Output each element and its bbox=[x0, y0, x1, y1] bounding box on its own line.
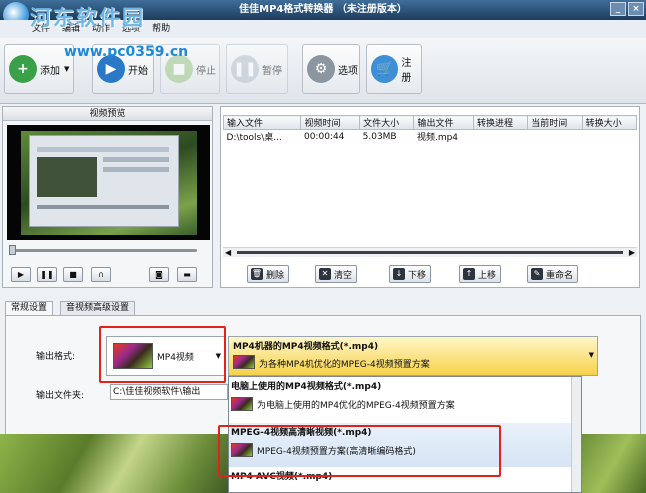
preview-pause-button[interactable]: ❚❚ bbox=[37, 267, 57, 282]
move-up-label: 上移 bbox=[478, 270, 497, 281]
list-item[interactable]: 电脑上使用的MP4视频格式(*.mp4) 为电脑上使用的MP4优化的MPEG-4… bbox=[229, 377, 581, 417]
horizontal-scrollbar[interactable]: ◀ ▶ bbox=[223, 247, 637, 257]
pause-icon: ❚❚ bbox=[40, 270, 54, 279]
cell-input-file: D:\tools\桌... bbox=[226, 133, 282, 143]
play-icon: ▶ bbox=[17, 270, 25, 279]
preview-play-button[interactable]: ▶ bbox=[11, 267, 31, 282]
open-folder-button[interactable]: ▬ bbox=[177, 267, 197, 282]
rename-icon: ✎ bbox=[531, 268, 543, 280]
column-header[interactable]: 转换进程 bbox=[472, 115, 529, 130]
output-format-label: 输出格式: bbox=[36, 352, 76, 362]
highlight-hd-item bbox=[218, 425, 501, 477]
cart-icon: 🛒 bbox=[371, 55, 399, 83]
options-label: 选项 bbox=[338, 65, 358, 77]
close-button[interactable]: × bbox=[628, 2, 644, 16]
preview-stop-button[interactable]: ■ bbox=[63, 267, 83, 282]
output-profile-select[interactable]: MP4机器的MP4视频格式(*.mp4) 为各种MP4机优化的MPEG-4视频预… bbox=[228, 336, 598, 376]
clear-button[interactable]: ✕ 清空 bbox=[315, 265, 358, 283]
highlight-format-select bbox=[99, 326, 226, 383]
cell-file-size: 5.03MB bbox=[362, 131, 397, 142]
snapshot-button[interactable]: ◙ bbox=[149, 267, 169, 282]
table-row[interactable]: D:\tools\桌... 00:00:44 5.03MB 视频.mp4 bbox=[224, 130, 637, 144]
register-button[interactable]: 🛒 注册 bbox=[366, 44, 422, 94]
seek-slider[interactable] bbox=[9, 245, 197, 255]
cell-duration: 00:00:44 bbox=[303, 131, 345, 142]
pause-label: 暂停 bbox=[262, 65, 282, 77]
chevron-down-icon[interactable]: ▼ bbox=[589, 351, 594, 359]
column-header[interactable]: 转换大小 bbox=[581, 115, 638, 130]
column-header[interactable]: 输出文件 bbox=[413, 115, 474, 130]
stop-label: 停止 bbox=[196, 65, 216, 77]
preview-title: 视频预览 bbox=[3, 107, 212, 121]
output-folder-input[interactable]: C:\佳佳视频软件\输出 bbox=[110, 384, 228, 400]
pause-icon: ❚❚ bbox=[231, 55, 259, 83]
watermark-site-name: 河东软件园 bbox=[30, 6, 145, 30]
scroll-left-icon[interactable]: ◀ bbox=[225, 248, 231, 257]
column-header[interactable]: 视频时间 bbox=[300, 115, 361, 130]
output-folder-label: 输出文件夹: bbox=[36, 391, 85, 401]
cell-progress bbox=[473, 130, 527, 144]
profile-thumbnail-icon bbox=[231, 397, 253, 411]
cell-current-time bbox=[528, 130, 582, 144]
folder-icon: ▬ bbox=[183, 270, 191, 279]
column-header[interactable]: 文件大小 bbox=[359, 115, 415, 130]
preview-loop-button[interactable]: ∩ bbox=[91, 267, 111, 282]
seek-handle[interactable] bbox=[9, 245, 16, 255]
move-down-button[interactable]: ↓ 下移 bbox=[389, 265, 432, 283]
plus-icon: + bbox=[9, 55, 37, 83]
cell-convert-size bbox=[582, 130, 636, 144]
desktop-background bbox=[0, 434, 228, 493]
arrow-down-icon: ↓ bbox=[393, 268, 405, 280]
gear-icon: ⚙ bbox=[307, 55, 335, 83]
scroll-right-icon[interactable]: ▶ bbox=[629, 248, 635, 257]
tab-general-settings[interactable]: 常规设置 bbox=[5, 301, 54, 316]
file-list-panel: 输入文件 视频时间 文件大小 输出文件 转换进程 当前时间 转换大小 D:\to… bbox=[220, 106, 640, 288]
x-icon: ✕ bbox=[319, 268, 331, 280]
pause-button[interactable]: ❚❚ 暂停 bbox=[226, 44, 288, 94]
rename-label: 重命名 bbox=[546, 270, 574, 281]
watermark-site-url: www.pc0359.cn bbox=[64, 44, 189, 60]
trash-icon: 🗑 bbox=[251, 268, 263, 280]
delete-label: 删除 bbox=[266, 270, 285, 281]
add-label: 添加 bbox=[40, 65, 60, 77]
column-header[interactable]: 当前时间 bbox=[527, 115, 583, 130]
profile-description: 为各种MP4机优化的MPEG-4视频预置方案 bbox=[259, 360, 430, 370]
options-button[interactable]: ⚙ 选项 bbox=[302, 44, 360, 94]
dropdown-scrollbar[interactable] bbox=[571, 377, 581, 492]
stop-icon: ■ bbox=[69, 270, 77, 279]
rename-button[interactable]: ✎ 重命名 bbox=[527, 265, 579, 283]
profile-thumbnail-icon bbox=[233, 355, 255, 369]
tab-av-advanced-settings[interactable]: 音视频高级设置 bbox=[60, 301, 136, 315]
menu-help[interactable]: 帮助 bbox=[146, 20, 176, 38]
dropdown-item-title: 电脑上使用的MP4视频格式(*.mp4) bbox=[231, 382, 382, 392]
headphones-icon: ∩ bbox=[98, 270, 104, 279]
chevron-down-icon: ▼ bbox=[64, 65, 70, 73]
cell-output-file: 视频.mp4 bbox=[416, 133, 459, 143]
dropdown-item-desc: 为电脑上使用的MP4优化的MPEG-4视频预置方案 bbox=[257, 400, 455, 411]
minimize-button[interactable]: _ bbox=[610, 2, 626, 16]
camera-icon: ◙ bbox=[155, 270, 163, 279]
start-label: 开始 bbox=[128, 65, 148, 77]
preview-screen bbox=[7, 125, 210, 240]
window-title: 佳佳MP4格式转换器 （未注册版本） bbox=[239, 4, 407, 15]
file-table: 输入文件 视频时间 文件大小 输出文件 转换进程 当前时间 转换大小 D:\to… bbox=[222, 115, 638, 144]
move-down-label: 下移 bbox=[408, 270, 427, 281]
arrow-up-icon: ↑ bbox=[463, 268, 475, 280]
preview-panel: 视频预览 ▶ ❚❚ ■ ∩ ◙ ▬ bbox=[2, 106, 213, 288]
column-header[interactable]: 输入文件 bbox=[222, 115, 302, 130]
register-label: 注册 bbox=[401, 58, 412, 84]
desktop-background bbox=[582, 434, 646, 493]
move-up-button[interactable]: ↑ 上移 bbox=[459, 265, 502, 283]
profile-title: MP4机器的MP4视频格式(*.mp4) bbox=[233, 342, 379, 352]
table-header: 输入文件 视频时间 文件大小 输出文件 转换进程 当前时间 转换大小 bbox=[222, 115, 638, 130]
clear-label: 清空 bbox=[334, 270, 353, 281]
delete-button[interactable]: 🗑 删除 bbox=[247, 265, 290, 283]
